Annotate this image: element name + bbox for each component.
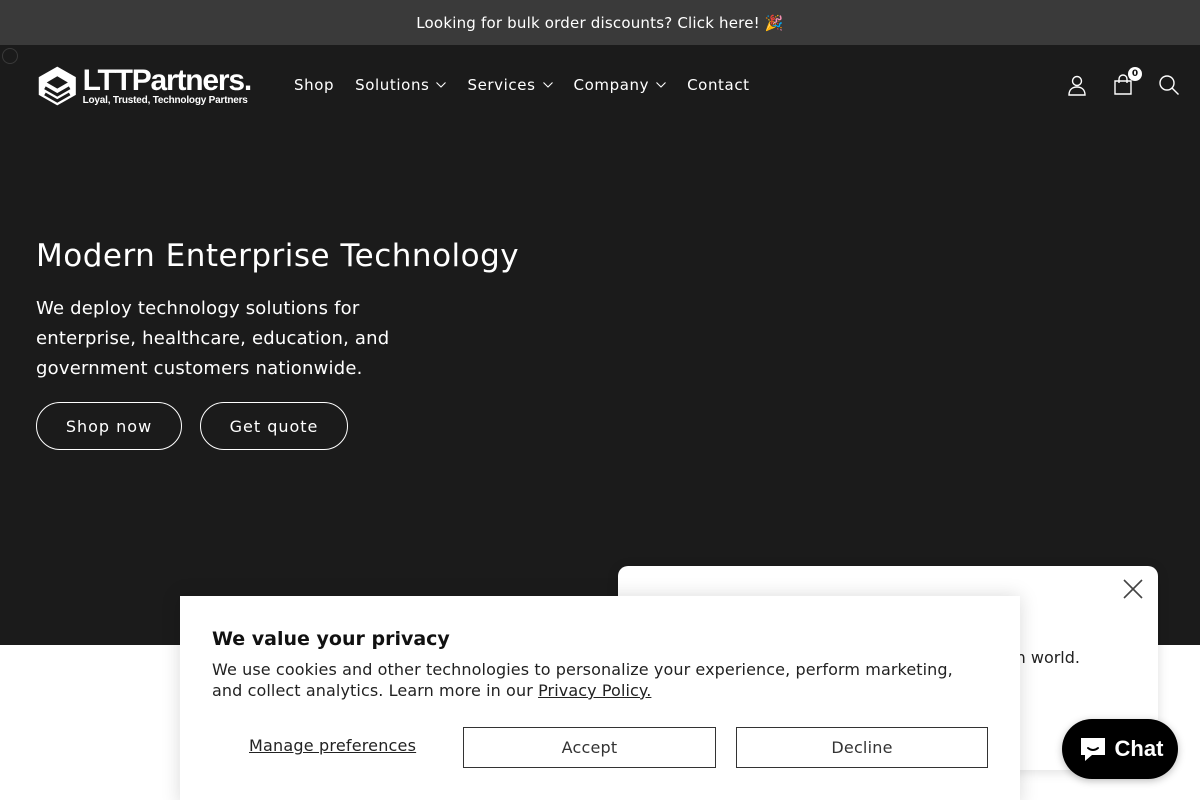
nav-label: Company: [573, 76, 650, 94]
logo-mark-icon: [38, 66, 76, 106]
decline-button[interactable]: Decline: [736, 727, 988, 768]
account-icon[interactable]: [1066, 74, 1088, 96]
announcement-link[interactable]: Looking for bulk order discounts? Click …: [416, 14, 783, 32]
hero-content: Modern Enterprise Technology We deploy t…: [36, 236, 519, 450]
cookie-title: We value your privacy: [212, 628, 450, 650]
site-header: LTTPartners. Loyal, Trusted, Technology …: [0, 45, 1200, 125]
chat-button[interactable]: Chat: [1062, 719, 1178, 779]
close-icon[interactable]: [1122, 578, 1144, 600]
logo-text: LTTPartners. Loyal, Trusted, Technology …: [82, 63, 253, 107]
nav-label: Contact: [687, 76, 750, 94]
nav-item-company[interactable]: Company: [574, 76, 667, 94]
nav-label: Shop: [294, 76, 335, 94]
nav-item-solutions[interactable]: Solutions: [355, 76, 447, 94]
chevron-down-icon: [542, 82, 553, 88]
chevron-down-icon: [656, 82, 666, 88]
main-nav: Shop Solutions Services Company Contact: [294, 45, 771, 125]
announcement-bar[interactable]: Looking for bulk order discounts? Click …: [0, 0, 1200, 45]
get-quote-button[interactable]: Get quote: [200, 402, 348, 450]
nav-item-shop[interactable]: Shop: [294, 76, 334, 94]
manage-preferences-link[interactable]: Manage preferences: [249, 736, 416, 755]
search-icon[interactable]: [1158, 74, 1180, 96]
cookie-body: We use cookies and other technologies to…: [212, 659, 982, 701]
accept-button[interactable]: Accept: [463, 727, 716, 768]
chat-label: Chat: [1114, 736, 1164, 761]
cart-button[interactable]: 0: [1112, 67, 1142, 96]
cookie-banner: We value your privacy We use cookies and…: [180, 596, 1020, 800]
header-icons: 0: [1042, 45, 1180, 125]
logo-name: LTTPartners.: [82, 63, 253, 97]
hero-title: Modern Enterprise Technology: [36, 238, 520, 274]
chat-bubble-icon: [1080, 738, 1105, 761]
hero-buttons: Shop now Get quote: [36, 402, 519, 450]
privacy-policy-link[interactable]: Privacy Policy.: [538, 681, 651, 700]
shop-now-button[interactable]: Shop now: [36, 402, 182, 450]
nav-item-services[interactable]: Services: [467, 76, 553, 94]
cart-count-badge: 0: [1128, 67, 1142, 81]
chevron-down-icon: [436, 82, 447, 88]
hero-description: We deploy technology solutions for enter…: [36, 298, 390, 379]
nav-label: Solutions: [355, 76, 430, 94]
logo[interactable]: LTTPartners. Loyal, Trusted, Technology …: [37, 63, 253, 109]
nav-label: Services: [467, 76, 536, 94]
nav-item-contact[interactable]: Contact: [687, 76, 750, 94]
logo-tagline: Loyal, Trusted, Technology Partners: [82, 94, 248, 106]
